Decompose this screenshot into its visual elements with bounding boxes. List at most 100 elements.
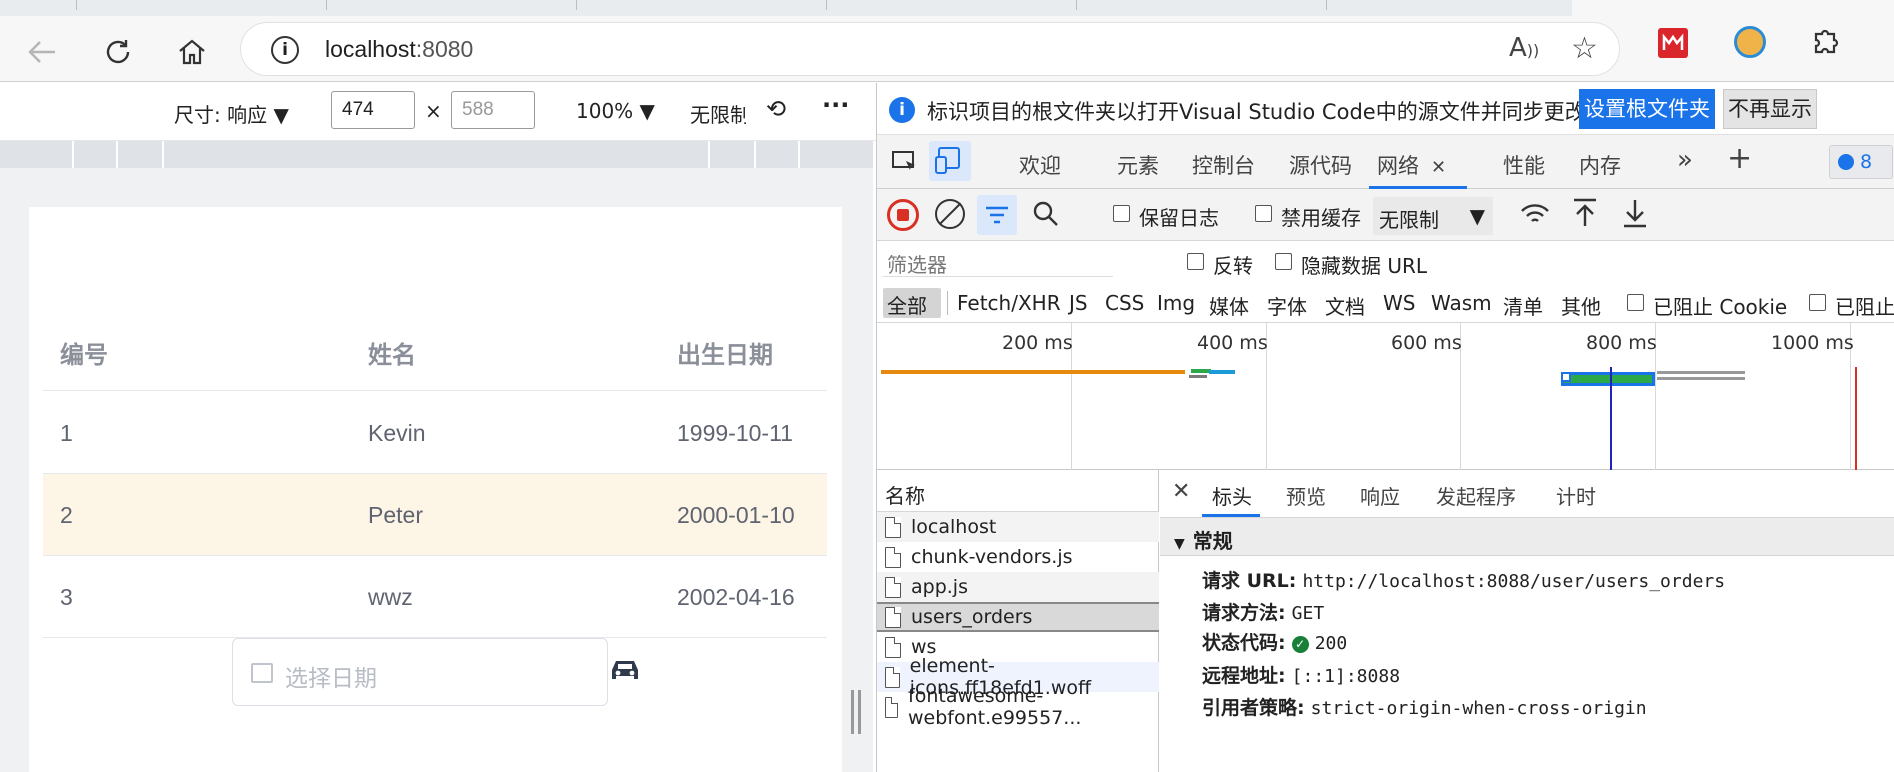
url-text[interactable]: localhost:8080 (325, 36, 473, 63)
height-input[interactable]: 588 (451, 91, 535, 129)
preserve-log-checkbox[interactable] (1113, 205, 1130, 226)
read-aloud-icon[interactable]: A)) (1509, 33, 1539, 63)
type-filter-doc[interactable]: 文档 (1325, 291, 1365, 320)
value[interactable]: http://localhost:8088/user/users_orders (1302, 571, 1725, 592)
blocked-requests-checkbox[interactable] (1809, 294, 1826, 315)
tab-timing[interactable]: 计时 (1556, 481, 1596, 510)
info-icon: i (889, 97, 915, 123)
extension-globe-icon[interactable] (1734, 26, 1766, 58)
request-row[interactable]: fontawesome-webfont.e99557... (877, 685, 1159, 729)
home-icon[interactable] (172, 32, 212, 72)
tab-headers[interactable]: 标头 (1212, 481, 1252, 510)
tab-response[interactable]: 响应 (1360, 481, 1400, 510)
add-tab-icon[interactable]: + (1727, 141, 1752, 176)
column-header-id[interactable]: 编号 (60, 335, 108, 370)
dimensions-dropdown[interactable]: 尺寸: 响应 ▼ (174, 99, 289, 128)
request-row[interactable]: app.js (877, 572, 1159, 602)
dont-show-again-button[interactable]: 不再显示 (1723, 89, 1817, 129)
filter-icon[interactable] (977, 195, 1017, 235)
calendar-icon (251, 663, 273, 683)
import-har-icon[interactable] (1571, 197, 1599, 233)
export-har-icon[interactable] (1621, 197, 1649, 233)
record-icon[interactable] (887, 199, 919, 231)
request-row-selected[interactable]: users_orders (877, 602, 1159, 632)
type-filter-other[interactable]: 其他 (1561, 291, 1601, 320)
type-filter-all[interactable]: 全部 (883, 288, 941, 318)
type-filter-wasm[interactable]: Wasm (1431, 291, 1492, 315)
tab-initiator[interactable]: 发起程序 (1436, 481, 1516, 510)
column-header-birthdate[interactable]: 出生日期 (677, 335, 773, 370)
timeline-tick: 800 ms (1586, 332, 1657, 354)
close-tab-icon[interactable]: ✕ (1431, 157, 1446, 178)
tab-welcome[interactable]: 欢迎 (1019, 150, 1061, 180)
tab-performance[interactable]: 性能 (1503, 150, 1545, 180)
value[interactable]: strict-origin-when-cross-origin (1311, 698, 1647, 719)
tab-preview[interactable]: 预览 (1286, 481, 1326, 510)
zoom-dropdown[interactable]: 100% ▼ (576, 99, 655, 123)
request-bar (1657, 377, 1745, 380)
file-icon (885, 636, 901, 658)
type-filter-media[interactable]: 媒体 (1209, 291, 1249, 320)
network-conditions-icon[interactable] (1519, 199, 1551, 233)
value[interactable]: GET (1292, 603, 1325, 624)
general-section-header[interactable]: ▼ 常规 (1160, 518, 1894, 556)
tab-sources[interactable]: 源代码 (1289, 150, 1352, 180)
network-throttle-dropdown[interactable]: 无限制 ▼ (1373, 197, 1493, 235)
site-info-icon[interactable]: i (271, 36, 299, 64)
issues-badge[interactable]: 8 (1829, 145, 1893, 179)
type-filter-ws[interactable]: WS (1383, 291, 1415, 315)
extensions-puzzle-icon[interactable] (1810, 24, 1842, 63)
tab-separator (576, 0, 577, 10)
type-filter-fetch[interactable]: Fetch/XHR (957, 291, 1061, 315)
type-filter-js[interactable]: JS (1069, 291, 1088, 315)
date-placeholder: 选择日期 (285, 665, 377, 691)
hide-data-urls-checkbox[interactable] (1275, 253, 1292, 274)
car-icon[interactable] (608, 656, 642, 688)
column-header-name[interactable]: 姓名 (368, 335, 416, 370)
favorite-icon[interactable]: ☆ (1571, 31, 1598, 66)
extension-red-icon[interactable] (1658, 28, 1688, 58)
close-detail-icon[interactable]: ✕ (1172, 479, 1190, 504)
value[interactable]: 200 (1315, 633, 1348, 654)
blocked-cookies-checkbox[interactable] (1627, 294, 1644, 315)
filter-input[interactable]: 筛选器 (883, 245, 1113, 277)
address-bar[interactable]: i localhost:8080 A)) ☆ (240, 22, 1620, 76)
disable-cache-label: 禁用缓存 (1281, 206, 1361, 230)
device-toolbar-icon[interactable] (929, 141, 971, 181)
search-icon[interactable] (1031, 199, 1061, 233)
tab-console[interactable]: 控制台 (1192, 150, 1255, 180)
tab-network[interactable]: 网络 ✕ (1377, 150, 1446, 180)
media-query-ruler[interactable] (0, 141, 873, 168)
column-header-name[interactable]: 名称 (877, 470, 1159, 512)
detail-tabs: ✕ 标头 预览 响应 发起程序 计时 (1160, 470, 1894, 518)
invert-checkbox[interactable] (1187, 253, 1204, 274)
type-filter-manifest[interactable]: 清单 (1503, 291, 1543, 320)
value[interactable]: [::1]:8088 (1292, 666, 1400, 687)
network-overview-timeline[interactable]: 200 ms 400 ms 600 ms 800 ms 1000 ms (877, 323, 1894, 470)
type-filter-img[interactable]: Img (1157, 291, 1195, 315)
refresh-icon[interactable] (98, 32, 138, 72)
resource-type-filters: 全部 Fetch/XHR JS CSS Img 媒体 字体 文档 WS Wasm… (877, 283, 1894, 323)
set-root-folder-button[interactable]: 设置根文件夹 (1579, 89, 1715, 129)
back-icon[interactable] (22, 32, 62, 72)
clear-icon[interactable] (935, 199, 965, 229)
cell-name: Kevin (368, 420, 426, 446)
inspect-element-icon[interactable] (887, 144, 923, 180)
request-row[interactable]: localhost (877, 512, 1159, 542)
tab-separator (1076, 0, 1077, 10)
date-picker-input[interactable]: 选择日期 (232, 638, 608, 706)
type-filter-font[interactable]: 字体 (1267, 291, 1307, 320)
request-name: fontawesome-webfont.e99557... (908, 685, 1082, 729)
request-row[interactable]: chunk-vendors.js (877, 542, 1159, 572)
tab-memory[interactable]: 内存 (1579, 150, 1621, 180)
more-options-icon[interactable]: ··· (822, 91, 849, 119)
width-input[interactable]: 474 (331, 91, 415, 129)
disable-cache-checkbox[interactable] (1255, 205, 1272, 226)
tab-elements[interactable]: 元素 (1117, 150, 1159, 180)
viewport-resize-handle[interactable] (851, 690, 861, 734)
rotate-icon[interactable]: ⟲ (766, 95, 786, 123)
active-tab[interactable] (1572, 0, 1894, 16)
more-tabs-icon[interactable]: » (1677, 145, 1693, 175)
type-filter-css[interactable]: CSS (1105, 291, 1144, 315)
throttle-dropdown[interactable]: 无限制 (690, 99, 746, 128)
